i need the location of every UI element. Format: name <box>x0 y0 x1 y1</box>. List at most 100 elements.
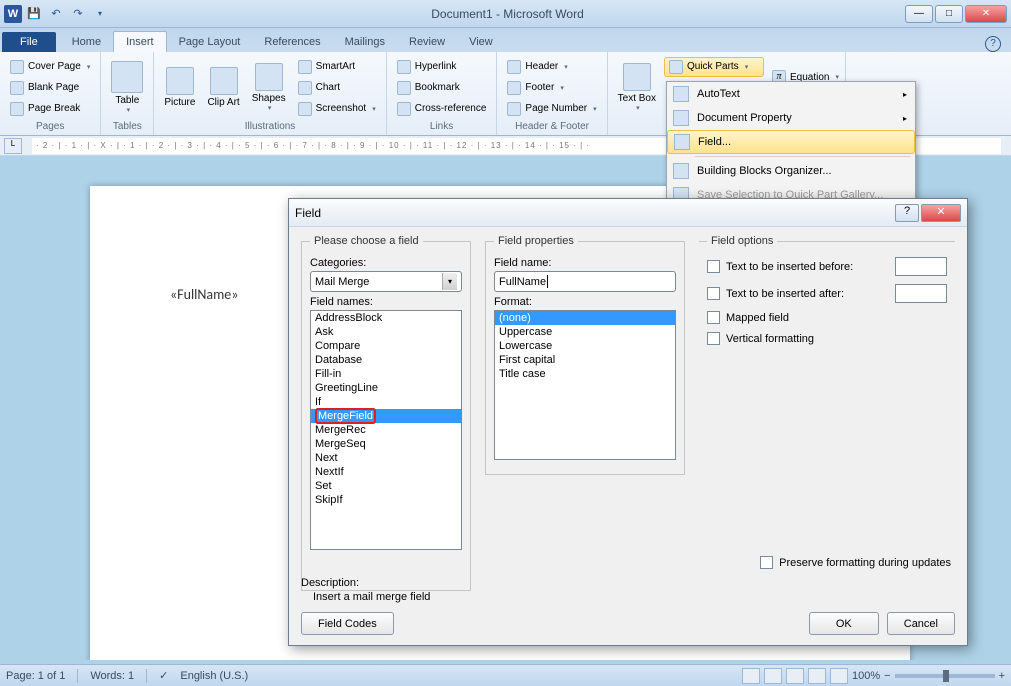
fieldname-item[interactable]: Set <box>311 479 461 493</box>
zoom-slider[interactable] <box>895 674 995 678</box>
close-button[interactable]: ✕ <box>965 5 1007 23</box>
status-words[interactable]: Words: 1 <box>90 670 134 682</box>
help-icon[interactable]: ? <box>985 36 1001 52</box>
opt-before-input[interactable] <box>895 257 947 276</box>
fieldnames-listbox[interactable]: AddressBlockAskCompareDatabaseFill-inGre… <box>310 310 462 550</box>
chart-label: Chart <box>316 82 340 93</box>
view-web[interactable] <box>786 668 804 684</box>
tab-references[interactable]: References <box>252 32 332 52</box>
fieldname-item[interactable]: MergeField <box>311 409 461 423</box>
view-draft[interactable] <box>830 668 848 684</box>
fieldname-item[interactable]: MergeSeq <box>311 437 461 451</box>
menu-autotext[interactable]: AutoText▸ <box>667 82 915 106</box>
quick-access-toolbar: W 💾 ↶ ↷ ▾ <box>0 4 110 24</box>
menu-docprop[interactable]: Document Property▸ <box>667 106 915 130</box>
format-item[interactable]: Title case <box>495 367 675 381</box>
shapes-button[interactable]: Shapes <box>248 54 290 121</box>
view-print-layout[interactable] <box>742 668 760 684</box>
opt-after-input[interactable] <box>895 284 947 303</box>
fieldname-item[interactable]: Database <box>311 353 461 367</box>
title-bar: W 💾 ↶ ↷ ▾ Document1 - Microsoft Word — □… <box>0 0 1011 28</box>
cancel-button[interactable]: Cancel <box>887 612 955 635</box>
format-item[interactable]: Uppercase <box>495 325 675 339</box>
undo-icon[interactable]: ↶ <box>46 4 66 24</box>
opt-mapped[interactable]: Mapped field <box>707 311 947 324</box>
tab-page-layout[interactable]: Page Layout <box>167 32 253 52</box>
format-listbox[interactable]: (none)UppercaseLowercaseFirst capitalTit… <box>494 310 676 460</box>
opt-after[interactable]: Text to be inserted after: <box>707 284 947 303</box>
ok-button[interactable]: OK <box>809 612 879 635</box>
qat-more-icon[interactable]: ▾ <box>90 4 110 24</box>
categories-combo[interactable]: Mail Merge▾ <box>310 271 462 292</box>
table-button[interactable]: Table <box>107 54 147 121</box>
fieldname-item[interactable]: Ask <box>311 325 461 339</box>
categories-value: Mail Merge <box>315 276 369 288</box>
view-fullscreen[interactable] <box>764 668 782 684</box>
zoom-out-button[interactable]: − <box>884 670 890 682</box>
fieldname-item[interactable]: NextIf <box>311 465 461 479</box>
blank-page-button[interactable]: Blank Page <box>6 78 94 98</box>
preserve-formatting-checkbox[interactable]: Preserve formatting during updates <box>760 556 951 569</box>
opt-before[interactable]: Text to be inserted before: <box>707 257 947 276</box>
tab-mailings[interactable]: Mailings <box>333 32 397 52</box>
group-links: Hyperlink Bookmark Cross-reference Links <box>387 52 498 135</box>
fieldname-item[interactable]: Fill-in <box>311 367 461 381</box>
page-break-button[interactable]: Page Break <box>6 99 94 119</box>
group-hf-label: Header & Footer <box>503 121 600 133</box>
page-break-label: Page Break <box>28 103 80 114</box>
clipart-button[interactable]: Clip Art <box>203 54 243 121</box>
tab-file[interactable]: File <box>2 32 56 52</box>
footer-button[interactable]: Footer <box>503 78 600 98</box>
status-page[interactable]: Page: 1 of 1 <box>6 670 65 682</box>
redo-icon[interactable]: ↷ <box>68 4 88 24</box>
fieldname-item[interactable]: SkipIf <box>311 493 461 507</box>
cover-page-button[interactable]: Cover Page <box>6 57 94 77</box>
tab-home[interactable]: Home <box>60 32 113 52</box>
fieldname-item[interactable]: If <box>311 395 461 409</box>
crossref-button[interactable]: Cross-reference <box>393 99 491 119</box>
field-dialog: Field ? ✕ Please choose a field Categori… <box>288 198 968 646</box>
screenshot-button[interactable]: Screenshot <box>294 99 380 119</box>
proofing-icon[interactable]: ✓ <box>159 669 168 682</box>
ruler-corner[interactable]: L <box>4 138 22 154</box>
fieldname-item[interactable]: Next <box>311 451 461 465</box>
textbox-button[interactable]: Text Box <box>614 54 660 121</box>
quickparts-button[interactable]: Quick Parts <box>664 57 764 77</box>
fieldname-item[interactable]: AddressBlock <box>311 311 461 325</box>
docprop-icon <box>673 110 689 126</box>
fieldname-item[interactable]: Compare <box>311 339 461 353</box>
maximize-button[interactable]: □ <box>935 5 963 23</box>
field-codes-button[interactable]: Field Codes <box>301 612 394 635</box>
pagenum-button[interactable]: Page Number <box>503 99 600 119</box>
chart-button[interactable]: Chart <box>294 78 380 98</box>
view-outline[interactable] <box>808 668 826 684</box>
header-button[interactable]: Header <box>503 57 600 77</box>
minimize-button[interactable]: — <box>905 5 933 23</box>
fieldname-item[interactable]: MergeRec <box>311 423 461 437</box>
hyperlink-button[interactable]: Hyperlink <box>393 57 491 77</box>
menu-field[interactable]: Field... <box>667 130 915 154</box>
smartart-button[interactable]: SmartArt <box>294 57 380 77</box>
format-item[interactable]: (none) <box>495 311 675 325</box>
format-item[interactable]: First capital <box>495 353 675 367</box>
zoom-level[interactable]: 100% <box>852 670 880 682</box>
bookmark-button[interactable]: Bookmark <box>393 78 491 98</box>
picture-button[interactable]: Picture <box>160 54 199 121</box>
dialog-close-button[interactable]: ✕ <box>921 204 961 222</box>
save-icon[interactable]: 💾 <box>24 4 44 24</box>
slider-thumb[interactable] <box>943 670 949 682</box>
opt-vertical[interactable]: Vertical formatting <box>707 332 947 345</box>
menu-building-blocks[interactable]: Building Blocks Organizer... <box>667 159 915 183</box>
tab-insert[interactable]: Insert <box>113 31 167 52</box>
status-lang[interactable]: English (U.S.) <box>180 670 248 682</box>
tab-review[interactable]: Review <box>397 32 457 52</box>
fieldname-item[interactable]: GreetingLine <box>311 381 461 395</box>
dialog-help-button[interactable]: ? <box>895 204 919 222</box>
mergefield-text[interactable]: «FullName» <box>170 286 238 303</box>
group-pages-label: Pages <box>6 121 94 133</box>
dialog-titlebar[interactable]: Field ? ✕ <box>289 199 967 227</box>
fieldname-input[interactable]: FullName <box>494 271 676 292</box>
tab-view[interactable]: View <box>457 32 505 52</box>
format-item[interactable]: Lowercase <box>495 339 675 353</box>
zoom-in-button[interactable]: + <box>999 670 1005 682</box>
